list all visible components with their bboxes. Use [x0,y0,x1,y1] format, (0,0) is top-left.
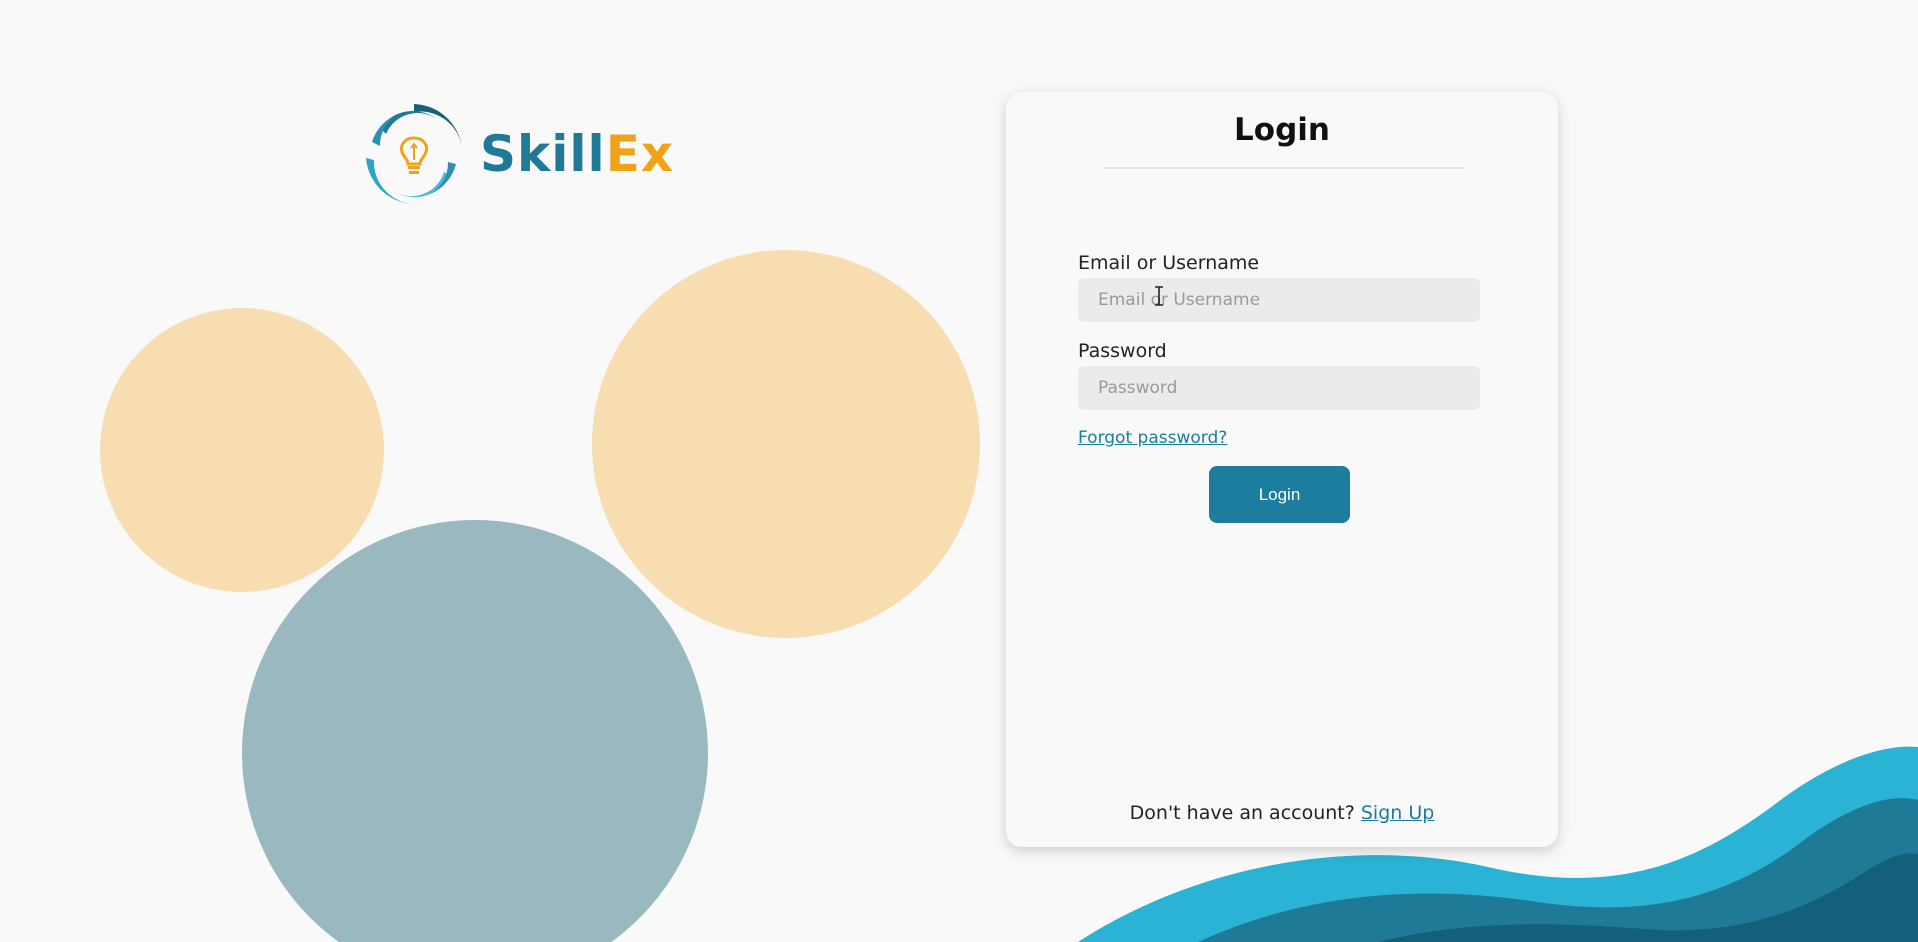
brand-name-part1: Skill [480,125,606,183]
title-divider [1103,167,1465,169]
email-label: Email or Username [1078,252,1260,274]
email-input[interactable] [1078,278,1480,322]
forgot-password-link[interactable]: Forgot password? [1078,428,1227,448]
signup-row: Don't have an account? Sign Up [1006,802,1558,824]
password-label: Password [1078,340,1167,362]
decorative-circle-orange-large [592,250,980,638]
brand-name-part2: Ex [605,125,675,183]
login-button[interactable]: Login [1209,466,1350,523]
login-card: Login Email or Username Password Forgot … [1006,92,1558,847]
brand-name: SkillEx [480,125,674,183]
login-title: Login [1234,112,1330,148]
signup-prompt: Don't have an account? [1129,802,1355,824]
login-page: SkillEx Login Email or Username Password… [0,0,1918,942]
password-input[interactable] [1078,366,1480,410]
decorative-circle-teal [242,520,708,942]
skillex-logo: SkillEx [358,98,674,210]
decorative-circle-orange-small [100,308,384,592]
lightbulb-swirl-icon [366,104,462,205]
signup-link[interactable]: Sign Up [1361,802,1434,824]
text-cursor-icon [1155,286,1163,306]
